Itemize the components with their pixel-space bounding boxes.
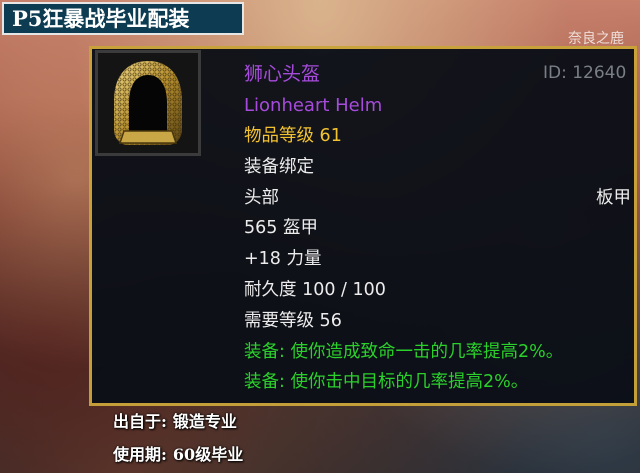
watermark-text: 奈良之鹿 [568, 31, 624, 47]
source-row: 出自于: 锻造专业 [113, 408, 237, 432]
plate-helm-icon [114, 61, 182, 145]
equip-effect-crit: 装备: 使你造成致命一击的几率提高2%。 [244, 342, 564, 362]
stat-strength: +18 力量 [244, 249, 322, 269]
equip-slot: 头部 [244, 188, 279, 208]
durability: 耐久度 100 / 100 [244, 280, 386, 300]
item-icon-frame[interactable] [95, 50, 201, 156]
armor-type: 板甲 [596, 188, 631, 208]
usage-period-row: 使用期: 60级毕业 [113, 441, 243, 465]
source-value: 锻造专业 [172, 412, 237, 431]
item-name-en: Lionheart Helm [244, 95, 383, 116]
equip-effect-hit: 装备: 使你击中目标的几率提高2%。 [244, 372, 529, 392]
armor-value: 565 盔甲 [244, 218, 318, 238]
required-level: 需要等级 56 [244, 311, 342, 331]
item-level: 物品等级 61 [244, 126, 342, 146]
bind-type: 装备绑定 [244, 157, 314, 177]
page-title: P5狂暴战毕业配装 [2, 2, 244, 35]
source-label: 出自于: [113, 412, 167, 431]
item-name-cn: 狮心头盔 [244, 63, 321, 85]
usage-period-label: 使用期: [113, 445, 167, 464]
usage-period-value: 60级毕业 [172, 445, 244, 464]
item-id: ID: 12640 [543, 63, 627, 83]
